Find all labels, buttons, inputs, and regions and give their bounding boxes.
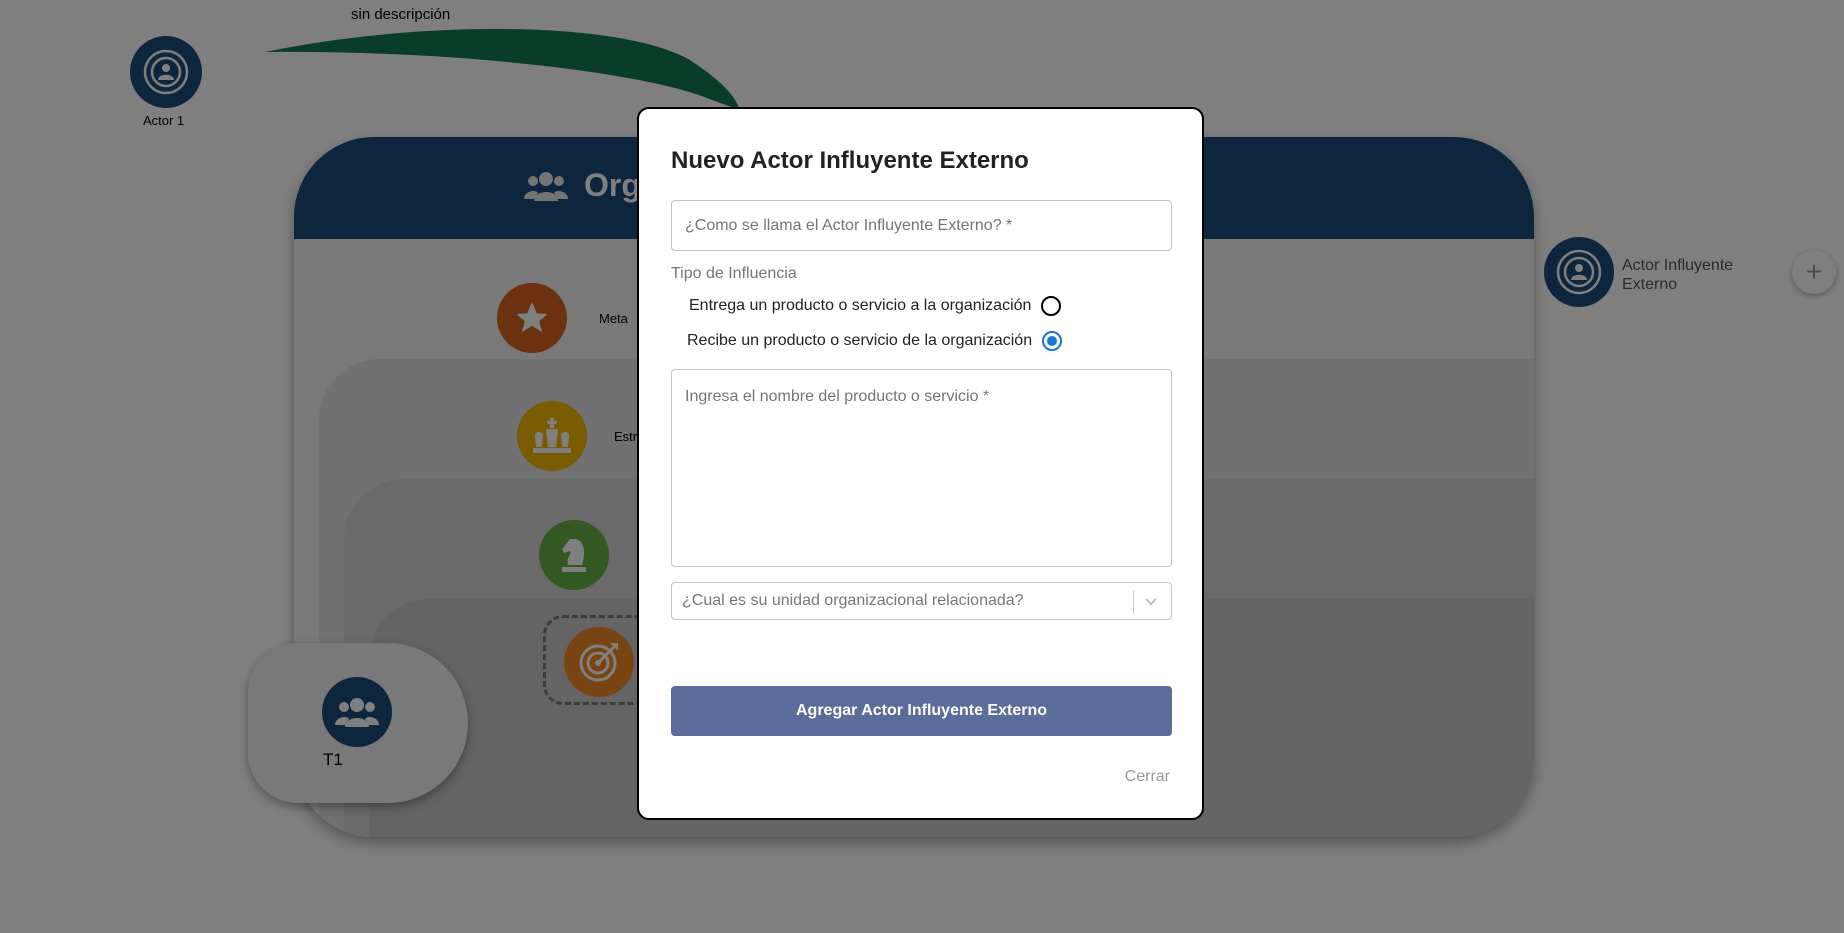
actor-name-input[interactable]: ¿Como se llama el Actor Influyente Exter… xyxy=(671,200,1172,251)
org-unit-select[interactable]: ¿Cual es su unidad organizacional relaci… xyxy=(671,582,1172,620)
radio-entrega[interactable] xyxy=(1041,296,1062,316)
actor-name-placeholder: ¿Como se llama el Actor Influyente Exter… xyxy=(685,217,1013,234)
radio-recibe[interactable] xyxy=(1042,331,1063,351)
influence-type-label: Tipo de Influencia xyxy=(671,265,797,282)
close-button[interactable]: Cerrar xyxy=(1125,768,1170,786)
product-name-placeholder: Ingresa el nombre del producto o servici… xyxy=(685,388,990,405)
add-external-actor-button[interactable]: Agregar Actor Influyente Externo xyxy=(671,686,1172,736)
product-name-textarea[interactable]: Ingresa el nombre del producto o servici… xyxy=(671,369,1172,567)
radio-option-entrega[interactable]: Entrega un producto o servicio a la orga… xyxy=(689,296,1062,316)
new-external-actor-dialog: Nuevo Actor Influyente Externo ¿Como se … xyxy=(637,107,1204,820)
radio-option-entrega-label: Entrega un producto o servicio a la orga… xyxy=(689,297,1032,314)
org-unit-placeholder: ¿Cual es su unidad organizacional relaci… xyxy=(682,592,1024,609)
dialog-title: Nuevo Actor Influyente Externo xyxy=(671,147,1029,174)
radio-option-recibe[interactable]: Recibe un producto o servicio de la orga… xyxy=(687,331,1063,351)
radio-option-recibe-label: Recibe un producto o servicio de la orga… xyxy=(687,332,1033,349)
chevron-down-icon[interactable] xyxy=(1141,591,1161,611)
select-separator xyxy=(1133,591,1134,613)
